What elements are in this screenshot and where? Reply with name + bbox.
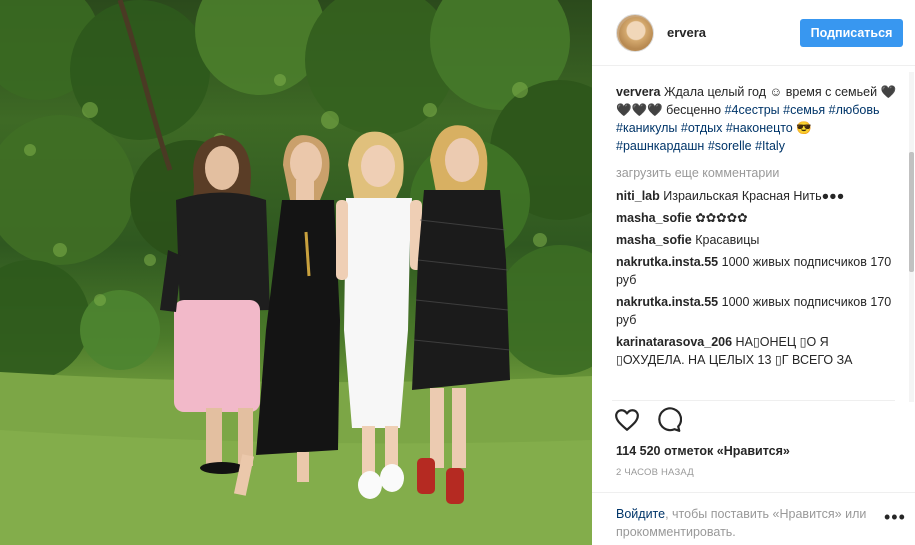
more-options-icon[interactable]: ••• xyxy=(884,507,906,528)
caption-username[interactable]: ververa xyxy=(616,85,661,99)
comment-username[interactable]: masha_sofie xyxy=(616,211,692,225)
comments-list: ververa Ждала целый год ☺ время с семьей… xyxy=(616,83,898,395)
post-username[interactable]: ervera xyxy=(667,25,706,40)
comment-item: niti_lab Израильская Красная Нить●●● xyxy=(616,187,898,205)
avatar[interactable] xyxy=(616,14,654,52)
caption-text-2: бесценно xyxy=(662,103,725,117)
hashtag[interactable]: #4сестры xyxy=(725,103,780,117)
post-photo[interactable] xyxy=(0,0,592,545)
comment-item: masha_sofie ✿✿✿✿✿ xyxy=(616,209,898,227)
caption-text-1: Ждала целый год ☺ время с семьей xyxy=(660,85,881,99)
login-link[interactable]: Войдите xyxy=(616,507,665,521)
login-text-wrapper: Войдите, чтобы поставить «Нравится» или … xyxy=(616,505,876,541)
hashtag[interactable]: #семья xyxy=(783,103,825,117)
comment-item: karinatarasova_206 НА▯ОНЕЦ ▯О Я ▯ОХУДЕЛА… xyxy=(616,333,898,369)
hashtag[interactable]: #любовь xyxy=(829,103,880,117)
comment-item: nakrutka.insta.55 1000 живых подписчиков… xyxy=(616,253,898,289)
divider xyxy=(612,400,895,401)
load-more-comments[interactable]: загрузить еще комментарии xyxy=(616,164,898,182)
login-prompt: Войдите, чтобы поставить «Нравится» или … xyxy=(592,492,915,545)
comment-username[interactable]: masha_sofie xyxy=(616,233,692,247)
comment-item: nakrutka.insta.55 1000 живых подписчиков… xyxy=(616,293,898,329)
post-caption: ververa Ждала целый год ☺ время с семьей… xyxy=(616,83,898,155)
post-header: ervera Подписаться xyxy=(592,0,915,66)
caption-emoji: 😎 xyxy=(792,121,812,135)
comment-text: Красавицы xyxy=(695,233,760,247)
comments-scrollbar[interactable] xyxy=(909,72,914,402)
comment-username[interactable]: niti_lab xyxy=(616,189,660,203)
heart-icon[interactable] xyxy=(614,407,640,433)
comment-username[interactable]: karinatarasova_206 xyxy=(616,335,732,349)
comment-text: ✿✿✿✿✿ xyxy=(695,211,748,225)
hashtag[interactable]: #sorelle xyxy=(708,139,752,153)
photo-illustration xyxy=(0,0,592,545)
scrollbar-thumb[interactable] xyxy=(909,152,914,272)
comment-item: masha_sofie Красавицы xyxy=(616,231,898,249)
likes-count[interactable]: 114 520 отметок «Нравится» xyxy=(616,444,790,458)
comment-text: Израильская Красная Нить●●● xyxy=(663,189,845,203)
hashtag[interactable]: #рашнкардашн xyxy=(616,139,704,153)
comment-username[interactable]: nakrutka.insta.55 xyxy=(616,295,718,309)
comment-icon[interactable] xyxy=(656,407,682,433)
comment-username[interactable]: nakrutka.insta.55 xyxy=(616,255,718,269)
post-timestamp: 2 ЧАСОВ НАЗАД xyxy=(616,467,694,478)
hashtag[interactable]: #Italy xyxy=(755,139,785,153)
hashtag[interactable]: #наконецто xyxy=(726,121,793,135)
hashtag[interactable]: #отдых xyxy=(681,121,722,135)
hashtag[interactable]: #каникулы xyxy=(616,121,677,135)
post-sidebar: ervera Подписаться ververa Ждала целый г… xyxy=(592,0,915,545)
follow-button[interactable]: Подписаться xyxy=(800,19,903,47)
